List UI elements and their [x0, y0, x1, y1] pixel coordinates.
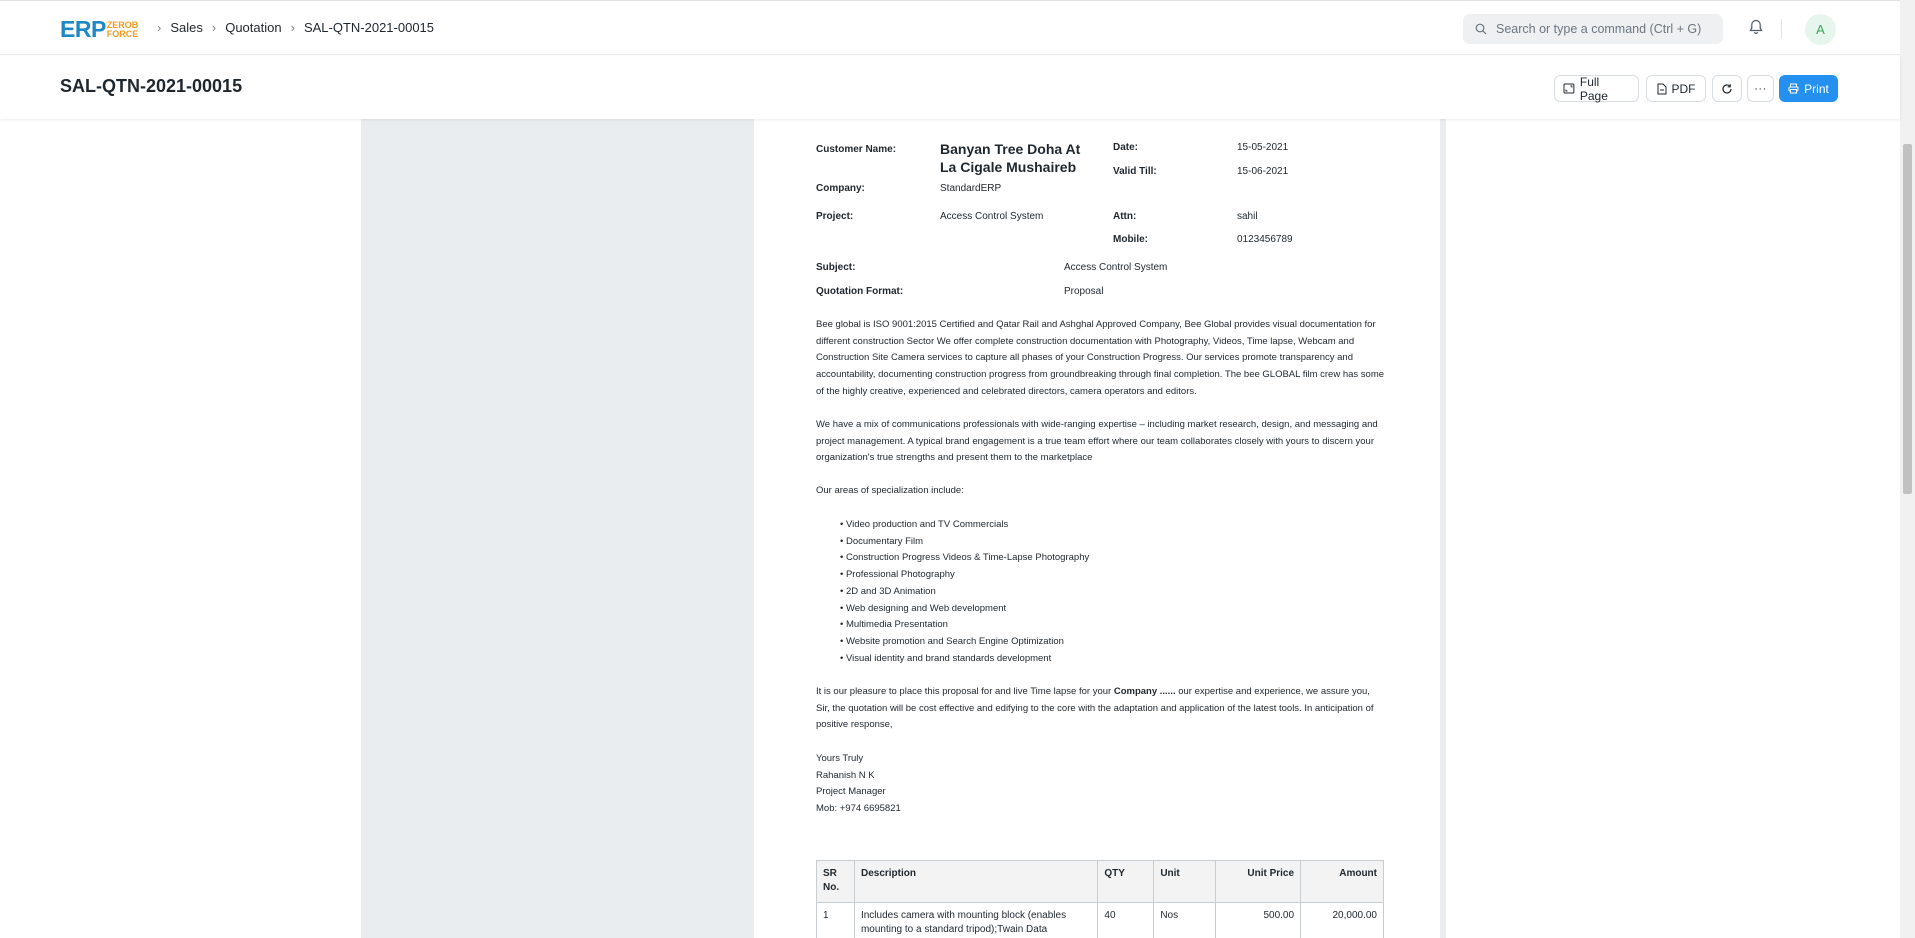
signoff-name: Rahanish N K: [816, 769, 875, 781]
project-label: Project:: [816, 211, 854, 222]
chevron-right-icon: ›: [157, 20, 162, 35]
page-scrollbar[interactable]: [1900, 0, 1915, 938]
attn-value: sahil: [1237, 211, 1258, 222]
navbar-divider: [1781, 19, 1782, 39]
subject-value: Access Control System: [1064, 262, 1168, 273]
bell-icon[interactable]: [1749, 19, 1763, 35]
more-menu-button[interactable]: ···: [1747, 75, 1774, 102]
cell-description: Includes camera with mounting block (ena…: [853, 902, 1099, 938]
logo-main: ERP: [60, 16, 106, 42]
table-header-row: SR No. Description QTY Unit Unit Price A…: [816, 860, 1384, 903]
print-label: Print: [1804, 81, 1829, 96]
customer-name: Banyan Tree Doha At La Cigale Mushaireb: [940, 141, 1081, 175]
ellipsis-icon: ···: [1754, 82, 1767, 95]
full-page-button[interactable]: Full Page: [1554, 74, 1639, 103]
list-item: Documentary Film: [840, 534, 1089, 551]
valid-till-label: Valid Till:: [1113, 166, 1157, 177]
navbar: ERP ZEROB FORCE › Sales › Quotation › SA…: [0, 0, 1900, 55]
list-item: Website promotion and Search Engine Opti…: [840, 634, 1089, 651]
logo-sub-bottom: FORCE: [106, 29, 139, 39]
cell-sr-no: 1: [816, 902, 855, 938]
logo-sub: ZEROB FORCE: [107, 21, 139, 39]
mobile-label: Mobile:: [1113, 234, 1148, 245]
breadcrumb-sales[interactable]: Sales: [170, 20, 203, 35]
items-table: SR No. Description QTY Unit Unit Price A…: [816, 860, 1384, 938]
col-qty: QTY: [1097, 860, 1155, 903]
avatar[interactable]: A: [1805, 14, 1836, 45]
quotation-format-label: Quotation Format:: [816, 286, 904, 297]
awesomebar[interactable]: [1463, 14, 1723, 44]
signoff-line: Yours Truly: [816, 753, 864, 764]
company-value: StandardERP: [940, 183, 1002, 194]
list-item: Video production and TV Commercials: [840, 517, 1089, 534]
chevron-right-icon: ›: [211, 20, 217, 35]
erp-logo[interactable]: ERP ZEROB FORCE: [60, 17, 138, 41]
refresh-icon: [1722, 83, 1732, 94]
quotation-format-value: Proposal: [1064, 286, 1104, 297]
valid-till-value: 15-06-2021: [1237, 166, 1289, 177]
pdf-button[interactable]: PDF: [1646, 75, 1706, 102]
list-item: 2D and 3D Animation: [840, 584, 1089, 601]
cell-amount: 20,000.00: [1300, 902, 1384, 938]
specialization-heading: Our areas of specialization include:: [816, 485, 964, 496]
col-amount: Amount: [1300, 860, 1384, 903]
print-button[interactable]: Print: [1779, 75, 1838, 102]
closing-company: Company ......: [1113, 686, 1176, 697]
list-item: Visual identity and brand standards deve…: [840, 651, 1089, 668]
table-row: 1 Includes camera with mounting block (e…: [816, 902, 1384, 938]
signoff-mobile: Mob: +974 6695821: [816, 803, 901, 815]
attn-label: Attn:: [1113, 211, 1137, 222]
printer-icon: [1788, 83, 1799, 94]
project-value: Access Control System: [940, 211, 1044, 222]
full-page-label: Full Page: [1579, 74, 1608, 103]
cell-unit: Nos: [1153, 902, 1217, 938]
page-head: SAL-QTN-2021-00015 Full Page PDF ··· Pri…: [0, 56, 1900, 119]
breadcrumb-quotation[interactable]: Quotation: [225, 20, 281, 35]
col-description: Description: [853, 860, 1099, 903]
intro-paragraph: Bee global is ISO 9001:2015 Certified an…: [816, 319, 1385, 397]
list-item: Multimedia Presentation: [840, 617, 1089, 634]
file-icon: [1657, 83, 1666, 94]
refresh-button[interactable]: [1712, 75, 1742, 102]
signoff: Yours Truly Rahanish N K Project Manager…: [816, 751, 1386, 818]
col-unit-price: Unit Price: [1215, 860, 1302, 903]
cell-unit-price: 500.00: [1215, 902, 1302, 938]
list-item: Construction Progress Videos & Time-Laps…: [840, 550, 1089, 567]
breadcrumb-current[interactable]: SAL-QTN-2021-00015: [304, 20, 434, 35]
list-item: Web designing and Web development: [840, 601, 1089, 618]
col-unit: Unit: [1153, 860, 1217, 903]
search-icon: [1475, 23, 1487, 35]
breadcrumb: › Sales › Quotation › SAL-QTN-2021-00015: [148, 20, 434, 35]
date-label: Date:: [1113, 142, 1139, 153]
company-label: Company:: [816, 183, 865, 194]
subject-label: Subject:: [816, 262, 856, 273]
pdf-label: PDF: [1671, 81, 1696, 96]
closing-text-a: It is our pleasure to place this proposa…: [816, 686, 1114, 697]
customer-label: Customer Name:: [816, 144, 897, 155]
chevron-right-icon: ›: [290, 20, 295, 35]
closing-paragraph: It is our pleasure to place this proposa…: [816, 684, 1386, 734]
list-item: Professional Photography: [840, 567, 1089, 584]
signoff-role: Project Manager: [816, 786, 886, 798]
specialization-list: Video production and TV Commercials Docu…: [840, 517, 1089, 667]
team-paragraph: We have a mix of communications professi…: [816, 419, 1378, 464]
date-value: 15-05-2021: [1237, 142, 1289, 153]
cell-qty: 40: [1097, 902, 1155, 938]
col-sr-no: SR No.: [816, 860, 855, 903]
page-title: SAL-QTN-2021-00015: [60, 76, 243, 96]
mobile-value: 0123456789: [1237, 234, 1293, 245]
scrollbar-thumb[interactable]: [1903, 144, 1912, 494]
search-input[interactable]: [1496, 22, 1706, 36]
expand-icon: [1563, 83, 1575, 94]
